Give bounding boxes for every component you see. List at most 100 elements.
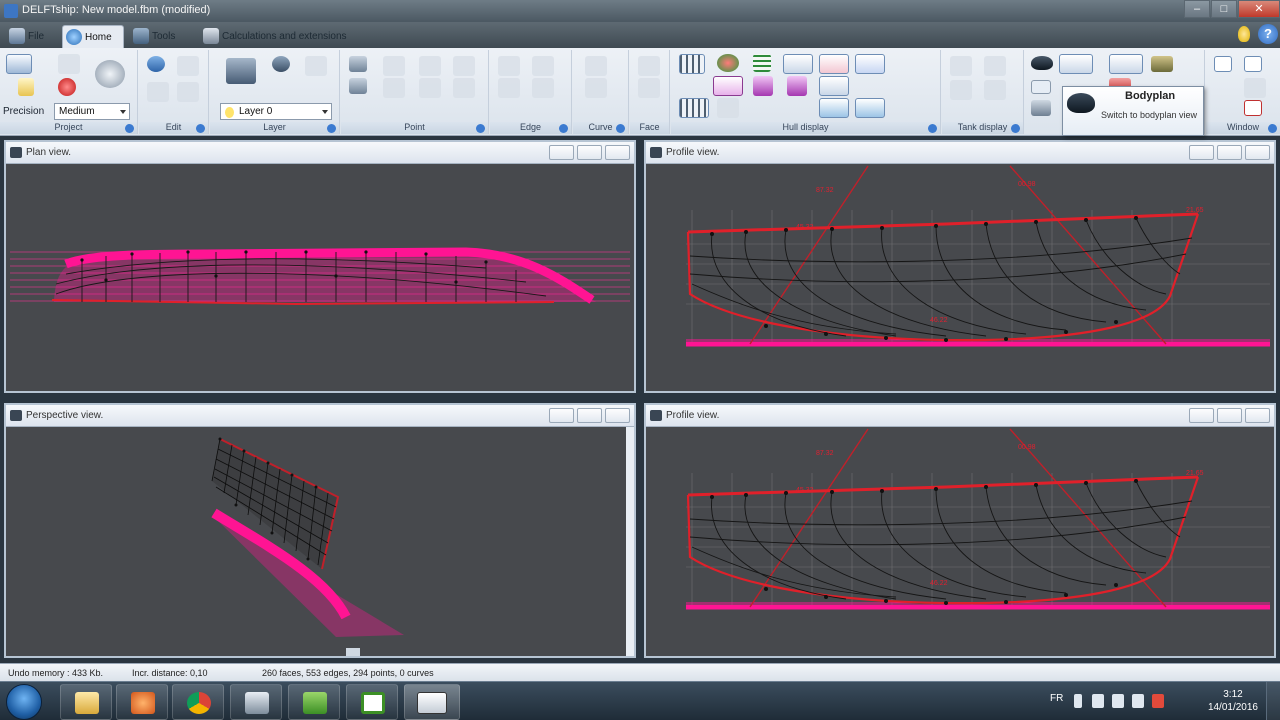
edge-tool-icon[interactable] bbox=[532, 56, 554, 76]
perspective-canvas[interactable] bbox=[6, 427, 634, 656]
save-icon[interactable] bbox=[6, 54, 32, 74]
bodyplan-icon[interactable] bbox=[1031, 56, 1053, 70]
normals-icon[interactable] bbox=[819, 98, 849, 118]
point-tool-icon[interactable] bbox=[383, 78, 405, 98]
layer-select[interactable]: Layer 0 bbox=[220, 103, 332, 120]
point-tool-icon[interactable] bbox=[453, 56, 475, 76]
diagonals-icon[interactable] bbox=[819, 76, 849, 96]
taskbar-item[interactable] bbox=[288, 684, 340, 720]
delete-layer-icon[interactable] bbox=[305, 56, 327, 76]
taskbar-item[interactable] bbox=[60, 684, 112, 720]
clock[interactable]: 3:12 14/01/2016 bbox=[1208, 688, 1258, 714]
taskbar-item[interactable] bbox=[230, 684, 282, 720]
plan-view-icon[interactable] bbox=[1151, 56, 1173, 72]
expand-icon[interactable] bbox=[327, 124, 336, 133]
edge-tool-icon[interactable] bbox=[532, 78, 554, 98]
tank-tool-icon[interactable] bbox=[950, 80, 972, 100]
face-tool-icon[interactable] bbox=[638, 78, 660, 98]
point-tool-icon[interactable] bbox=[453, 78, 475, 98]
notification-icon[interactable] bbox=[1152, 694, 1164, 708]
profile-viewport-top[interactable]: Profile view. 87.32 00.98 45.32 46.22 21… bbox=[644, 140, 1276, 393]
layer-properties-icon[interactable] bbox=[226, 58, 256, 84]
horizontal-scroll-thumb[interactable] bbox=[346, 648, 360, 656]
curve-tool-icon[interactable] bbox=[585, 78, 607, 98]
profile-canvas-bottom[interactable]: 87.32 00.98 45.32 46.22 21.65 bbox=[646, 427, 1274, 656]
action-center-icon[interactable] bbox=[1132, 694, 1144, 708]
shade-icon[interactable] bbox=[717, 54, 739, 72]
hull-shape-pink-icon[interactable] bbox=[819, 54, 849, 74]
interior-edges-icon[interactable] bbox=[679, 98, 709, 118]
show-desktop-button[interactable] bbox=[1266, 682, 1280, 720]
point-tool-icon[interactable] bbox=[383, 56, 405, 76]
face-tool-icon[interactable] bbox=[638, 56, 660, 76]
expand-icon[interactable] bbox=[616, 124, 625, 133]
expand-icon[interactable] bbox=[196, 124, 205, 133]
bodyplan-button[interactable] bbox=[1059, 54, 1093, 74]
cut-icon[interactable] bbox=[147, 82, 169, 102]
new-project-icon[interactable] bbox=[58, 54, 80, 74]
edge-tool-icon[interactable] bbox=[498, 78, 520, 98]
profile-canvas-top[interactable]: 87.32 00.98 45.32 46.22 21.65 bbox=[646, 164, 1274, 391]
viewport-close-button[interactable] bbox=[605, 145, 630, 160]
grid-icon[interactable] bbox=[753, 54, 771, 72]
tab-tools[interactable]: Tools bbox=[130, 25, 192, 48]
language-indicator[interactable]: FR bbox=[1050, 693, 1063, 704]
waterlines-icon[interactable] bbox=[787, 76, 807, 96]
lightbulb-icon[interactable] bbox=[1238, 26, 1250, 42]
stations-icon[interactable] bbox=[713, 76, 743, 96]
expand-icon[interactable] bbox=[1268, 124, 1277, 133]
curve-tool-icon[interactable] bbox=[585, 56, 607, 76]
viewport-close-button[interactable] bbox=[1245, 408, 1270, 423]
viewport-minimize-button[interactable] bbox=[1189, 408, 1214, 423]
tab-file[interactable]: File bbox=[6, 25, 58, 48]
buttocks-icon[interactable] bbox=[753, 76, 773, 96]
tab-home[interactable]: Home bbox=[62, 25, 124, 48]
window-close-all-icon[interactable] bbox=[1244, 100, 1262, 116]
tank-tool-icon[interactable] bbox=[984, 56, 1006, 76]
undo-icon[interactable] bbox=[147, 56, 165, 72]
add-point-icon[interactable] bbox=[349, 56, 367, 72]
expand-icon[interactable] bbox=[1011, 124, 1020, 133]
edge-tool-icon[interactable] bbox=[498, 56, 520, 76]
redo-icon[interactable] bbox=[177, 56, 199, 76]
hull-option-icon[interactable] bbox=[717, 98, 739, 118]
point-tool-icon[interactable] bbox=[419, 78, 441, 98]
maximize-button[interactable]: □ bbox=[1211, 0, 1237, 18]
plan-viewport[interactable]: Plan view. bbox=[4, 140, 636, 393]
new-layer-icon[interactable] bbox=[272, 56, 290, 72]
expand-icon[interactable] bbox=[928, 124, 937, 133]
window-tile-icon[interactable] bbox=[1244, 56, 1262, 72]
expand-icon[interactable] bbox=[559, 124, 568, 133]
viewport-minimize-button[interactable] bbox=[1189, 145, 1214, 160]
markers-icon[interactable] bbox=[855, 98, 885, 118]
plan-canvas[interactable] bbox=[6, 164, 634, 391]
viewport-maximize-button[interactable] bbox=[577, 145, 602, 160]
tray-arrow-icon[interactable] bbox=[1074, 694, 1082, 708]
viewport-close-button[interactable] bbox=[1245, 145, 1270, 160]
precision-select[interactable]: Medium bbox=[54, 103, 130, 120]
profile-view-button[interactable] bbox=[1109, 54, 1143, 74]
window-cascade-icon[interactable] bbox=[1244, 78, 1266, 98]
viewport-maximize-button[interactable] bbox=[577, 408, 602, 423]
close-button[interactable]: ✕ bbox=[1238, 0, 1280, 18]
viewport-maximize-button[interactable] bbox=[1217, 145, 1242, 160]
copy-icon[interactable] bbox=[177, 82, 199, 102]
open-folder-icon[interactable] bbox=[18, 78, 34, 96]
taskbar-item[interactable] bbox=[116, 684, 168, 720]
start-button[interactable] bbox=[6, 684, 42, 720]
taskbar-item-active[interactable] bbox=[404, 684, 460, 720]
viewport-close-button[interactable] bbox=[605, 408, 630, 423]
move-point-icon[interactable] bbox=[349, 78, 367, 94]
tank-tool-icon[interactable] bbox=[984, 80, 1006, 100]
viewport-minimize-button[interactable] bbox=[549, 145, 574, 160]
network-icon[interactable] bbox=[1112, 694, 1124, 708]
minimize-button[interactable]: – bbox=[1184, 0, 1210, 18]
point-tool-icon[interactable] bbox=[419, 56, 441, 76]
volume-icon[interactable] bbox=[1092, 694, 1104, 708]
perspective-icon[interactable] bbox=[1031, 80, 1051, 94]
window-layout-icon[interactable] bbox=[1214, 56, 1232, 72]
expand-icon[interactable] bbox=[125, 124, 134, 133]
vertical-scrollbar[interactable] bbox=[626, 427, 634, 656]
zoom-extents-icon[interactable] bbox=[1031, 100, 1051, 116]
taskbar-item[interactable] bbox=[172, 684, 224, 720]
